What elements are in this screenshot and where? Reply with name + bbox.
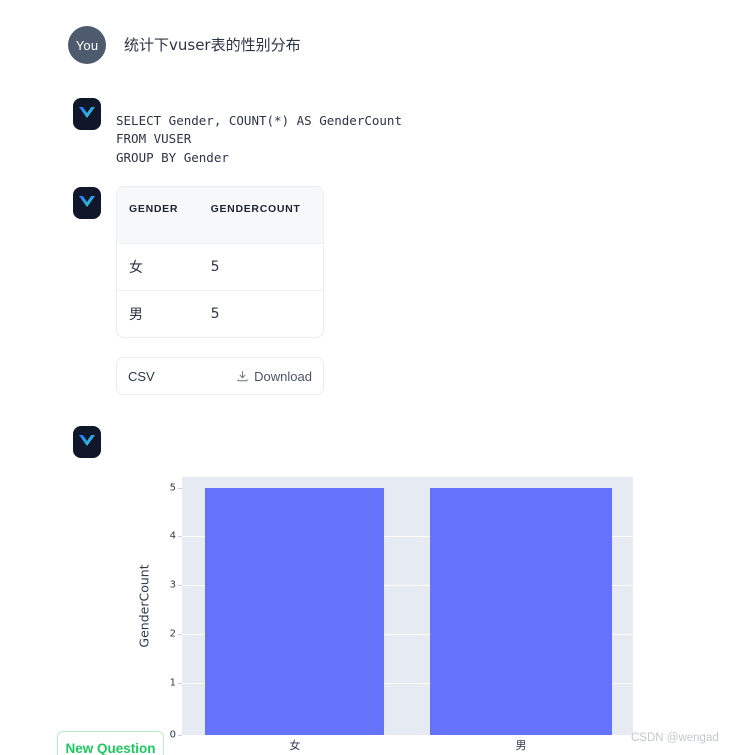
chat-page: You 统计下vuser表的性别分布 SELECT Gender, COUNT(… xyxy=(0,0,730,755)
column-header-gendercount: GENDERCOUNT xyxy=(190,187,323,244)
ytick-2: 2 xyxy=(169,628,176,640)
result-table-card: GENDER GENDERCOUNT 女 5 男 5 xyxy=(116,186,324,338)
user-message-text: 统计下vuser表的性别分布 xyxy=(124,36,301,54)
bot-avatar-icon-chart xyxy=(74,427,100,457)
table-header: GENDER GENDERCOUNT xyxy=(117,187,323,244)
table-body: 女 5 男 5 xyxy=(117,243,323,337)
cell-gender: 女 xyxy=(117,243,191,291)
csv-export-row: CSV Download xyxy=(116,357,324,395)
ytick-mark-1 xyxy=(178,683,182,684)
ytick-0: 0 xyxy=(169,729,176,741)
ytick-mark-5 xyxy=(178,488,182,489)
y-axis-label: GenderCount xyxy=(136,564,152,648)
ytick-1: 1 xyxy=(169,677,176,689)
download-button[interactable]: Download xyxy=(236,369,312,384)
cell-gendercount: 5 xyxy=(190,290,323,337)
ytick-3: 3 xyxy=(169,579,176,591)
gridline-1 xyxy=(182,683,633,684)
gridline-3 xyxy=(182,585,633,586)
column-header-gender: GENDER xyxy=(117,187,191,244)
xtick-male: 男 xyxy=(515,739,527,752)
gridline-2 xyxy=(182,634,633,635)
gridline-4 xyxy=(182,536,633,537)
avatar-you: You xyxy=(68,26,106,64)
ytick-mark-0 xyxy=(178,735,182,736)
user-message-row: You 统计下vuser表的性别分布 xyxy=(68,26,301,64)
table-row: 男 5 xyxy=(117,290,323,337)
sql-code-block: SELECT Gender, COUNT(*) AS GenderCount F… xyxy=(116,112,402,165)
cell-gendercount: 5 xyxy=(190,243,323,291)
bot-avatar-icon-table xyxy=(74,188,100,218)
bot-avatar-icon xyxy=(74,99,100,129)
download-icon xyxy=(237,370,248,381)
ytick-mark-4 xyxy=(178,536,182,537)
table-row: 女 5 xyxy=(117,243,323,291)
ytick-mark-3 xyxy=(178,585,182,586)
chevron-down-icon xyxy=(79,435,95,446)
table-header-row: GENDER GENDERCOUNT xyxy=(117,187,323,244)
chevron-down-icon xyxy=(79,196,95,207)
download-label: Download xyxy=(254,368,312,384)
bar-male[interactable] xyxy=(430,488,612,735)
chevron-down-icon xyxy=(79,107,95,118)
xtick-female: 女 xyxy=(289,739,301,752)
ytick-mark-2 xyxy=(178,634,182,635)
bar-female[interactable] xyxy=(205,488,384,735)
bars-container xyxy=(182,477,633,735)
result-table: GENDER GENDERCOUNT 女 5 男 5 xyxy=(117,187,323,337)
plot-background xyxy=(182,477,633,735)
ytick-4: 4 xyxy=(169,530,176,542)
new-question-button[interactable]: New Question xyxy=(57,731,164,755)
csv-label: CSV xyxy=(128,368,155,384)
watermark: CSDN @wengad xyxy=(631,732,719,744)
y-axis-ticks: 0 1 2 3 4 5 xyxy=(160,477,176,741)
cell-gender: 男 xyxy=(117,290,191,337)
ytick-5: 5 xyxy=(169,482,176,494)
